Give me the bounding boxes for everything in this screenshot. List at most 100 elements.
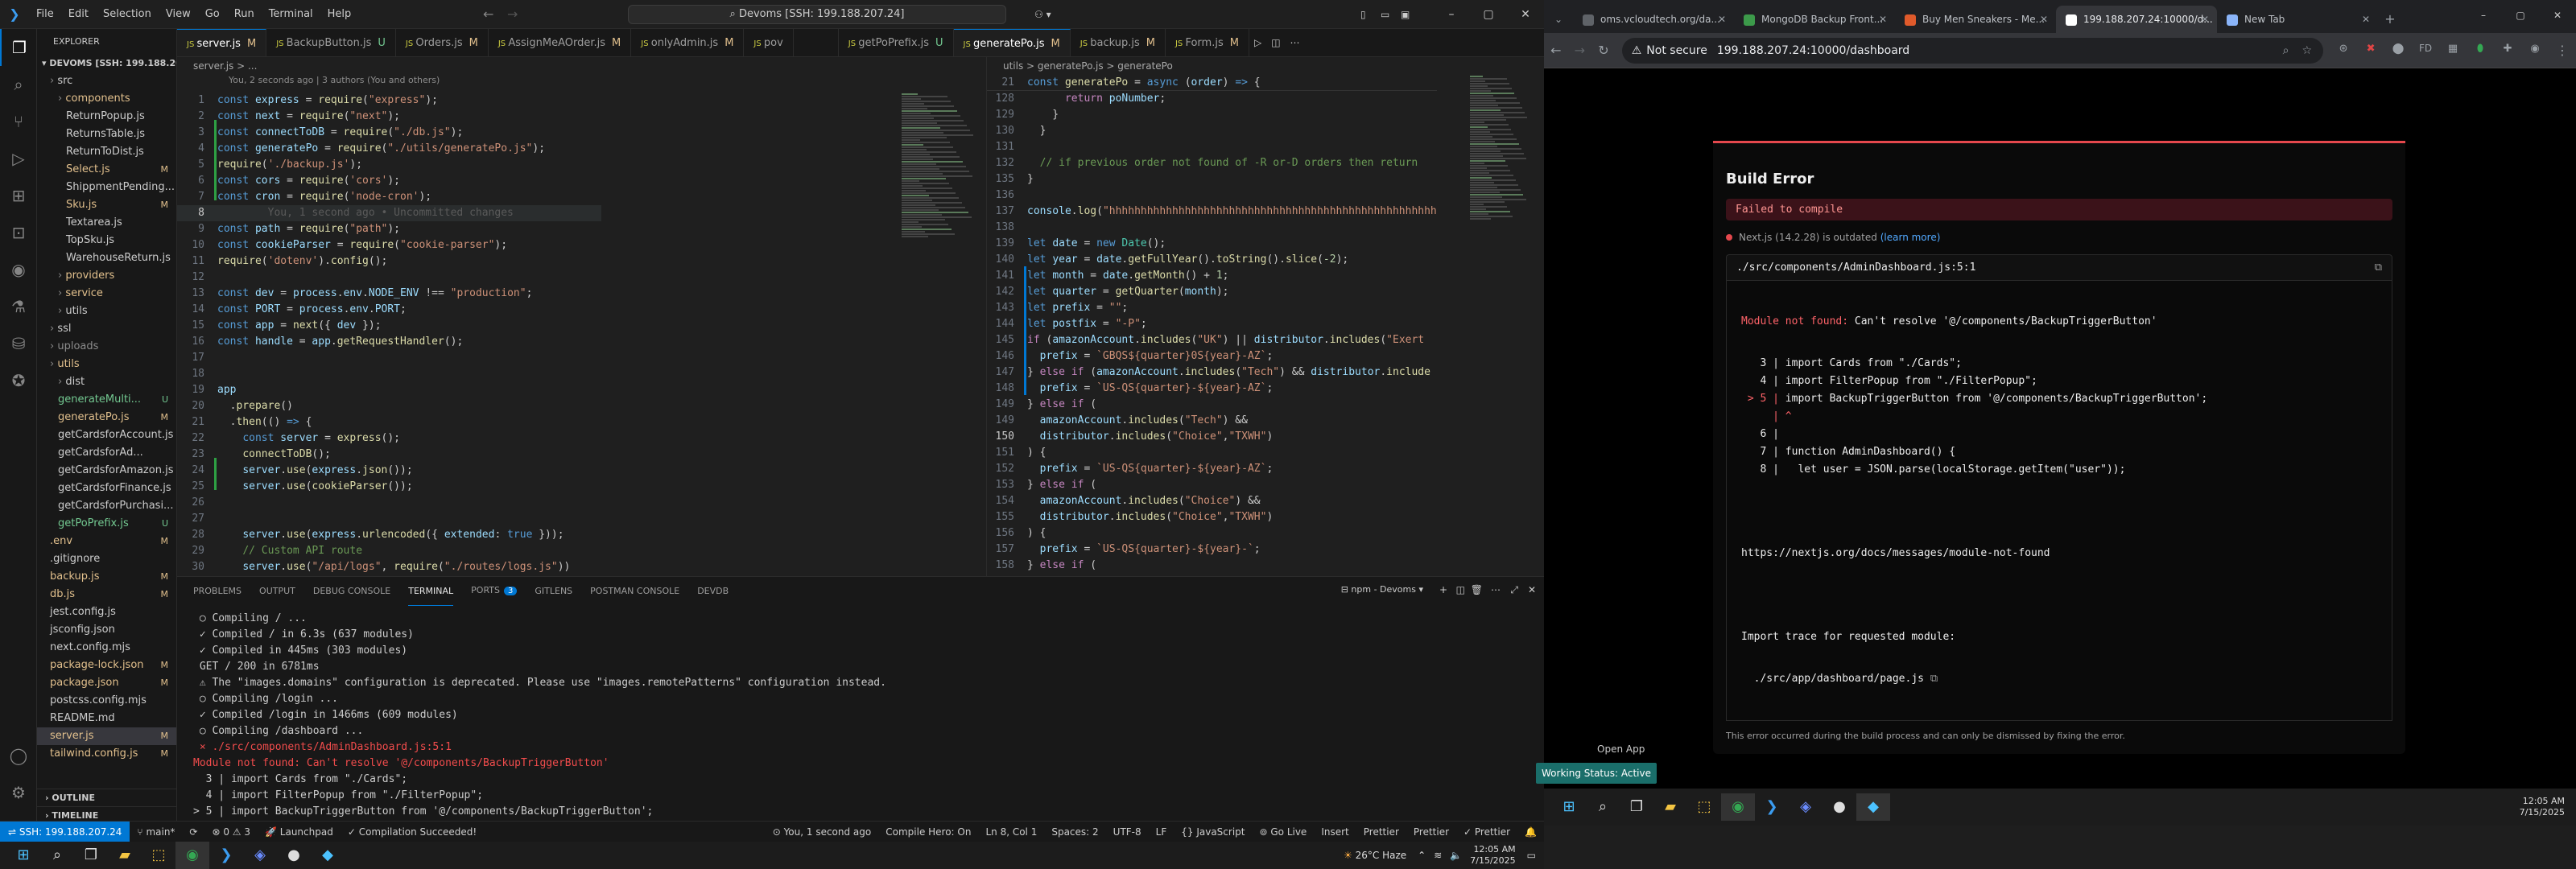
url-text[interactable]: 199.188.207.24:10000/dashboard: [1717, 44, 1909, 57]
not-secure-label[interactable]: Not secure: [1646, 44, 1707, 57]
tree-item[interactable]: generatePo.js M: [37, 409, 176, 426]
tree-item[interactable]: next.config.mjs: [37, 639, 176, 657]
cursor-position[interactable]: Ln 8, Col 1: [978, 826, 1044, 838]
tree-item[interactable]: .env M: [37, 533, 176, 550]
open-app-button[interactable]: Open App: [1597, 743, 1645, 755]
source-control-icon[interactable]: ⑂: [0, 103, 37, 140]
clock[interactable]: 12:05 AM 7/15/2025: [1470, 844, 1526, 867]
tab-server-js[interactable]: JS server.js M: [177, 29, 267, 56]
extension-icon[interactable]: ⊛: [2330, 43, 2357, 58]
chrome-maximize-button[interactable]: ▢: [2502, 0, 2539, 31]
extensions-puzzle-icon[interactable]: ✚: [2494, 43, 2521, 58]
clock[interactable]: 12:05 AM 7/15/2025: [2520, 796, 2576, 818]
more-actions-icon[interactable]: ⋯: [1286, 29, 1305, 56]
remote-explorer-icon[interactable]: ⊡: [0, 214, 37, 251]
extension-icon[interactable]: ✖: [2357, 43, 2384, 58]
tree-item[interactable]: › uploads: [37, 338, 176, 356]
tree-item[interactable]: tailwind.config.js M: [37, 745, 176, 763]
tree-item[interactable]: postcss.config.mjs: [37, 692, 176, 710]
weather-widget[interactable]: ☀ 26°C Haze: [1344, 850, 1406, 861]
go-live[interactable]: ⊚ Go Live: [1252, 826, 1314, 838]
end-of-line[interactable]: LF: [1149, 826, 1174, 838]
profile-avatar[interactable]: ◉: [2521, 43, 2549, 58]
new-terminal-icon[interactable]: +: [1439, 584, 1447, 595]
tray-chevron-icon[interactable]: ⌃: [1418, 850, 1426, 861]
tree-item[interactable]: › components: [37, 90, 176, 108]
nav-forward-icon[interactable]: →: [507, 0, 518, 29]
outline-section[interactable]: › OUTLINE: [37, 789, 176, 806]
sync-icon[interactable]: ⟳: [182, 826, 204, 838]
panel-tab-debug-console[interactable]: DEBUG CONSOLE: [313, 578, 390, 606]
tree-item[interactable]: getCardsforFinance.js: [37, 480, 176, 497]
error-file-path[interactable]: ./src/components/AdminDashboard.js:5:1: [1736, 262, 1975, 274]
panel-tab-ports[interactable]: PORTS 3: [471, 577, 518, 606]
tab-search-icon[interactable]: ⌄: [1544, 6, 1573, 33]
file-explorer-icon[interactable]: ▰: [108, 842, 142, 869]
explorer-icon[interactable]: ❐: [0, 29, 37, 66]
prettier-status-3[interactable]: ✓ Prettier: [1456, 826, 1517, 838]
task-view-icon[interactable]: ❐: [74, 842, 108, 869]
tab-close-icon[interactable]: ✕: [1718, 6, 1726, 33]
forward-icon[interactable]: →: [1568, 43, 1592, 58]
github-icon[interactable]: ●: [1823, 793, 1856, 821]
account-icon[interactable]: ◯: [0, 737, 37, 774]
volume-icon[interactable]: 🔈: [1450, 850, 1462, 861]
tree-item[interactable]: getCardsforAccount.js: [37, 426, 176, 444]
encoding[interactable]: UTF-8: [1106, 826, 1149, 838]
tree-item[interactable]: generateMulti... U: [37, 391, 176, 409]
toggle-sidebar-icon[interactable]: ▯: [1360, 0, 1366, 29]
chrome-close-button[interactable]: ✕: [2539, 0, 2576, 31]
language-mode[interactable]: {} JavaScript: [1174, 826, 1252, 838]
kill-terminal-icon[interactable]: 🗑: [1471, 584, 1483, 595]
notifications-icon[interactable]: 🔔: [1517, 826, 1544, 838]
tree-item[interactable]: › dist: [37, 373, 176, 391]
tab-close-icon[interactable]: ✕: [2201, 6, 2209, 33]
menu-selection[interactable]: Selection: [96, 0, 159, 29]
indentation[interactable]: Spaces: 2: [1044, 826, 1105, 838]
app-icon[interactable]: ◆: [1856, 793, 1890, 821]
tree-item[interactable]: getPoPrefix.js U: [37, 515, 176, 533]
chrome-tab[interactable]: MongoDB Backup Front... ✕: [1734, 6, 1895, 33]
import-trace-file[interactable]: ./src/app/dashboard/page.js ⧉: [1741, 670, 2377, 688]
copilot-icon[interactable]: ⚇ ▾: [1034, 0, 1051, 29]
tree-item[interactable]: getCardsforPurchasi...: [37, 497, 176, 515]
menu-help[interactable]: Help: [320, 0, 359, 29]
maximize-button[interactable]: ▢: [1470, 0, 1507, 29]
tree-item[interactable]: TopSku.js: [37, 232, 176, 249]
tree-item[interactable]: › utils: [37, 303, 176, 320]
tab-form-js[interactable]: JS Form.js M: [1166, 29, 1249, 56]
tree-item[interactable]: README.md: [37, 710, 176, 727]
open-in-editor-icon[interactable]: ⧉: [1930, 673, 1938, 685]
start-icon[interactable]: ⊞: [1552, 793, 1586, 821]
chrome-icon[interactable]: ◉: [175, 842, 209, 869]
layout-icon[interactable]: ▣: [1401, 0, 1410, 29]
prettier-status[interactable]: Prettier: [1356, 826, 1406, 838]
close-panel-icon[interactable]: ✕: [1528, 584, 1536, 595]
tree-item[interactable]: › service: [37, 285, 176, 303]
panel-tab-terminal[interactable]: TERMINAL: [408, 578, 454, 606]
tree-item[interactable]: ShippmentPending...: [37, 179, 176, 196]
github-icon[interactable]: ●: [277, 842, 311, 869]
testing-icon[interactable]: ⚗: [0, 288, 37, 325]
new-tab-icon[interactable]: +: [2378, 6, 2402, 33]
toggle-panel-icon[interactable]: ▭: [1381, 0, 1389, 29]
store-icon[interactable]: ⬚: [1687, 793, 1721, 821]
branch-indicator[interactable]: ⑂ main*: [130, 826, 182, 838]
working-status-badge[interactable]: Working Status: Active: [1536, 763, 1657, 784]
chrome-menu-icon[interactable]: ⋮: [2549, 43, 2576, 58]
tab-assignmeaorder-js[interactable]: JS AssignMeAOrder.js M: [489, 29, 632, 56]
extension-icon[interactable]: ▦: [2439, 43, 2467, 58]
app-icon[interactable]: ◆: [311, 842, 345, 869]
tab-close-icon[interactable]: ✕: [2362, 6, 2370, 33]
minimap[interactable]: [1470, 75, 1534, 558]
search-icon[interactable]: ⌕: [0, 66, 37, 103]
trace-file-path[interactable]: ./src/app/dashboard/page.js: [1754, 673, 1924, 685]
blame-status[interactable]: ⊙ You, 1 second ago: [766, 826, 879, 838]
menu-terminal[interactable]: Terminal: [262, 0, 320, 29]
run-icon[interactable]: ▷: [1249, 29, 1266, 56]
insert-mode[interactable]: Insert: [1314, 826, 1356, 838]
terminal-output[interactable]: ○ Compiling / ... ✓ Compiled / in 6.3s (…: [177, 606, 1544, 836]
search-icon[interactable]: ⌕: [40, 842, 74, 869]
split-terminal-icon[interactable]: ◫: [1456, 584, 1465, 595]
prettier-status-2[interactable]: Prettier: [1406, 826, 1456, 838]
